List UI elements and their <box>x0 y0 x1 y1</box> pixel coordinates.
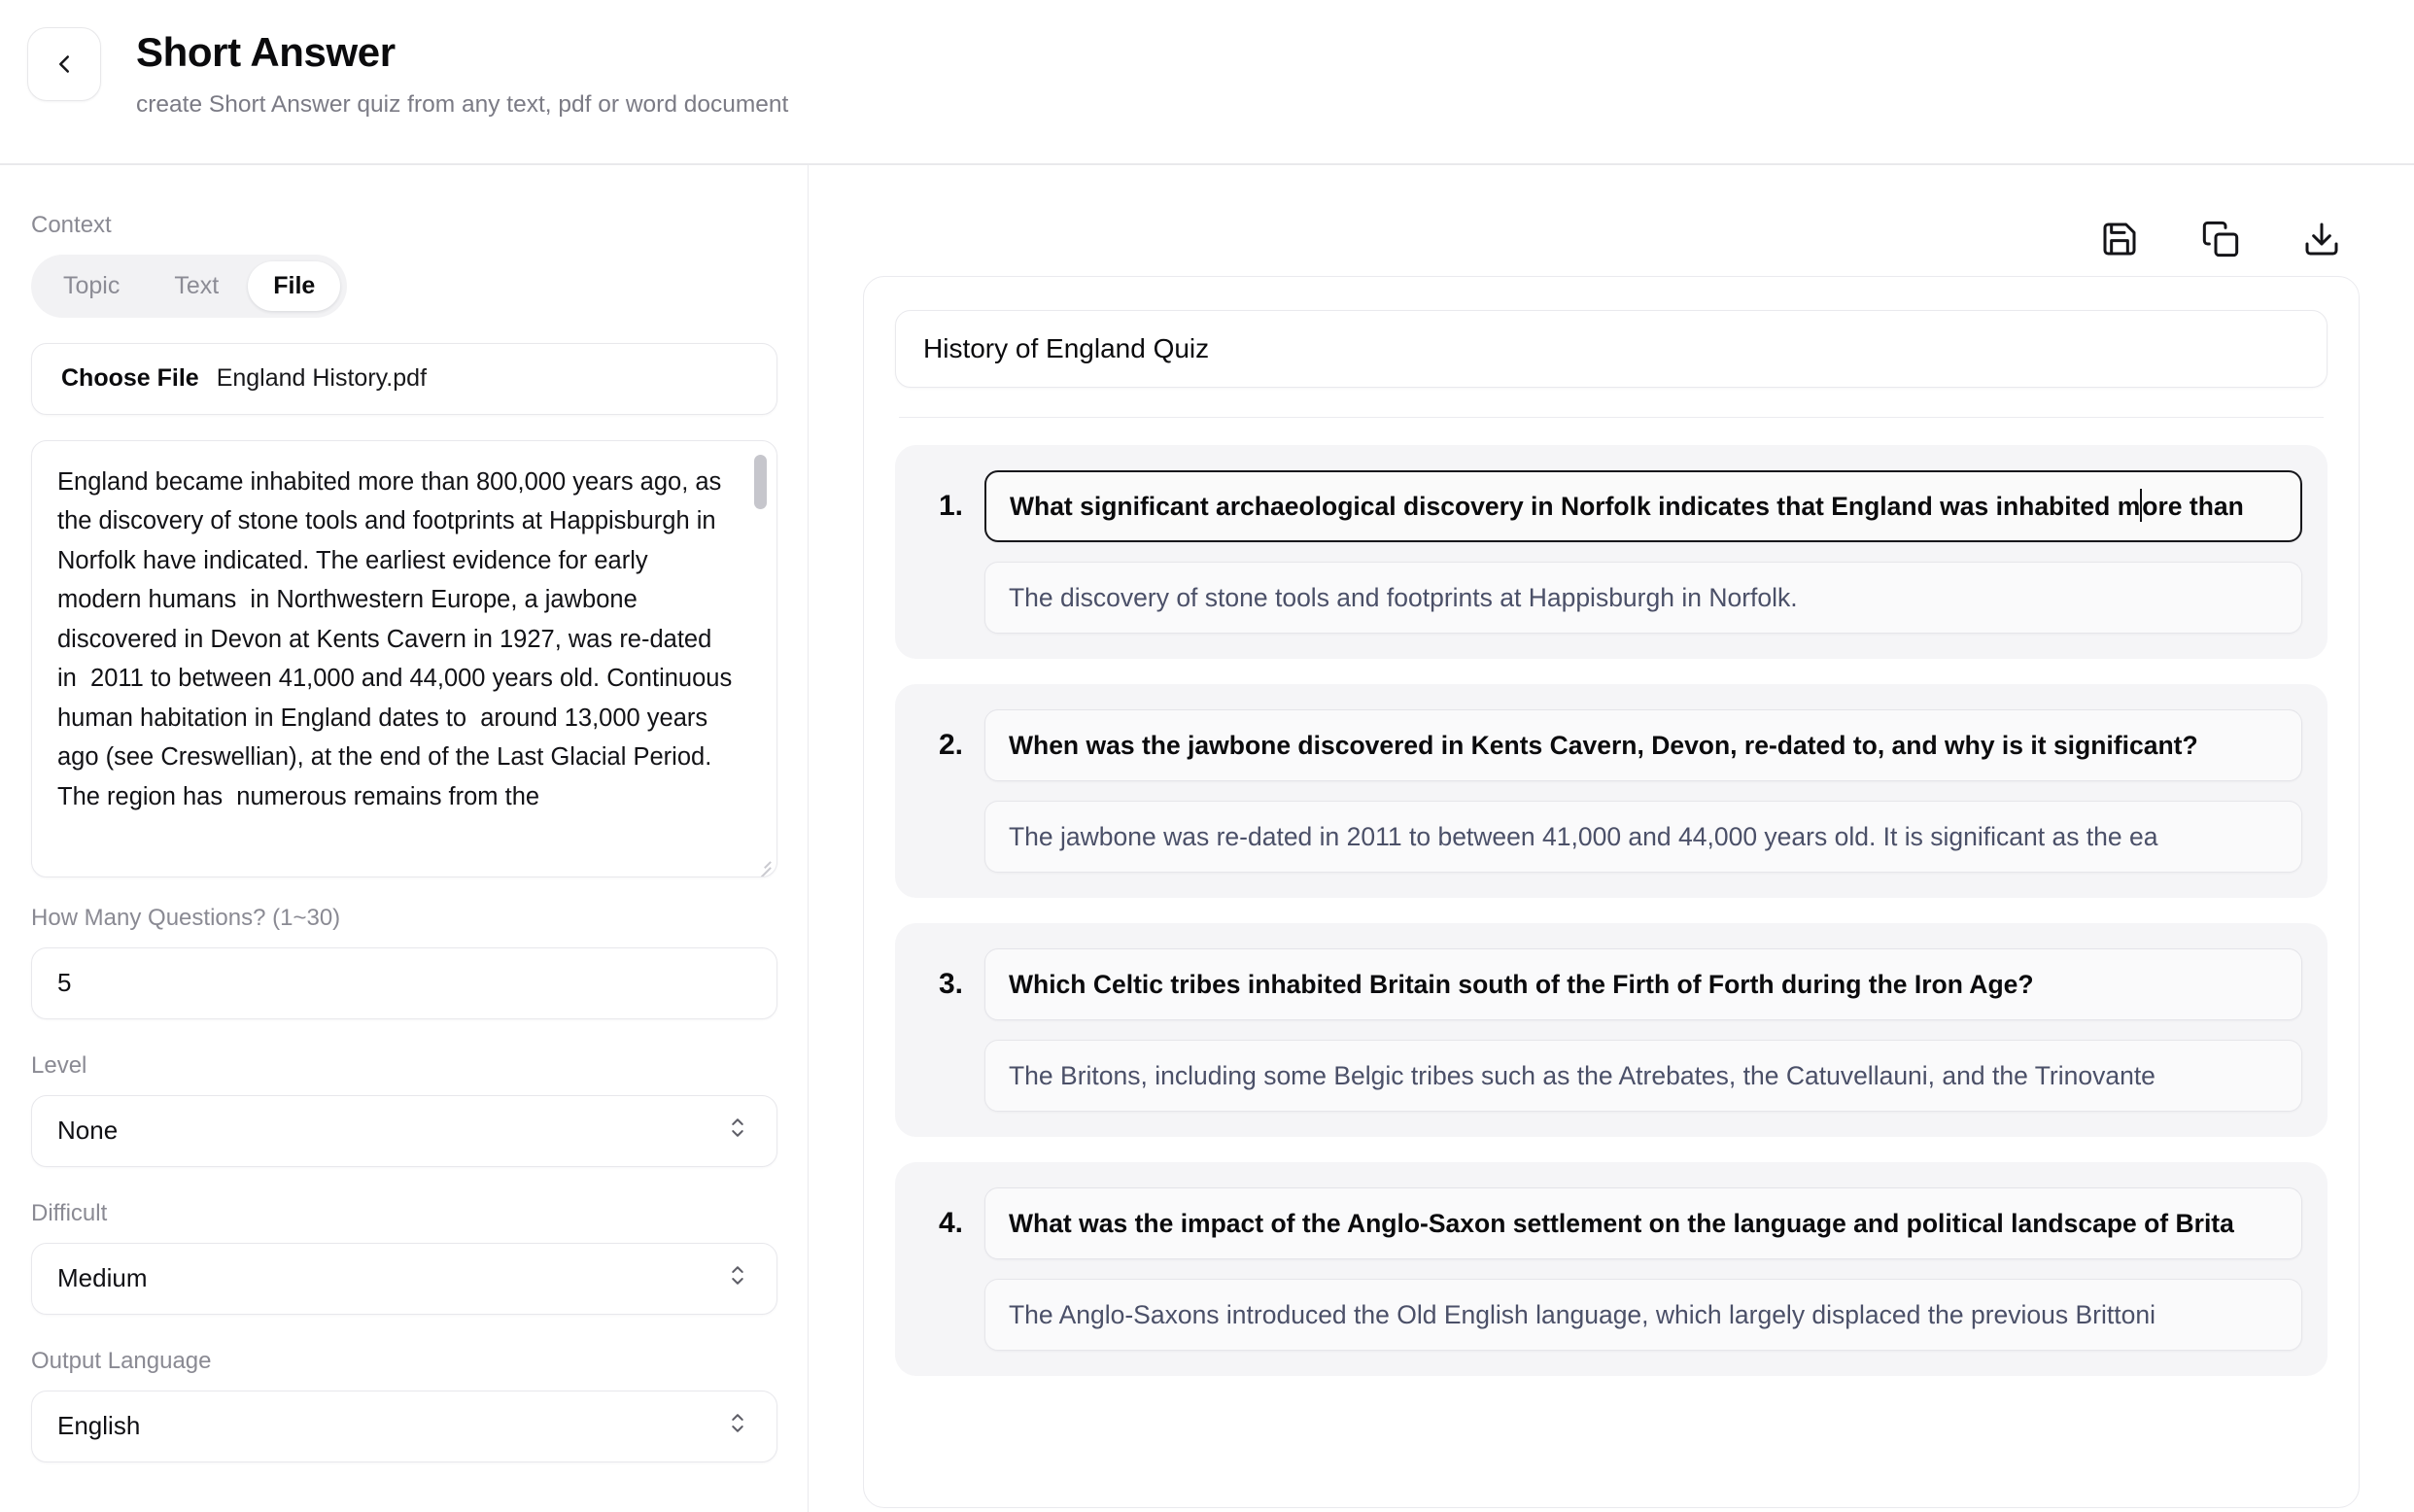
question-text-part2: ore than <box>2142 491 2244 521</box>
tab-file[interactable]: File <box>248 260 341 311</box>
level-value: None <box>57 1116 119 1145</box>
question-block: 4. What was the impact of the Anglo-Saxo… <box>895 1162 2328 1376</box>
answer-row: The discovery of stone tools and footpri… <box>920 562 2302 634</box>
answer-text: The jawbone was re-dated in 2011 to betw… <box>1009 821 2158 851</box>
header-text-group: Short Answer create Short Answer quiz fr… <box>136 21 788 120</box>
questions-count-value: 5 <box>57 968 72 997</box>
answer-input[interactable]: The discovery of stone tools and footpri… <box>984 562 2302 634</box>
question-number: 1. <box>938 490 963 522</box>
question-row: 3. Which Celtic tribes inhabited Britain… <box>920 948 2302 1020</box>
output-language-select[interactable]: English <box>31 1390 777 1462</box>
page-header: Short Answer create Short Answer quiz fr… <box>0 0 2414 163</box>
questions-count-input[interactable]: 5 <box>31 946 777 1019</box>
context-scrollbar-thumb[interactable] <box>754 454 767 509</box>
body: Context Topic Text File Choose File Engl… <box>0 164 2414 1512</box>
question-input[interactable]: What was the impact of the Anglo-Saxon s… <box>984 1187 2302 1259</box>
context-scrollbar[interactable] <box>754 454 767 851</box>
context-textarea-value: England became inhabited more than 800,0… <box>57 467 740 810</box>
save-icon[interactable] <box>2097 217 2142 261</box>
question-number: 2. <box>938 729 963 761</box>
answer-row: The jawbone was re-dated in 2011 to betw… <box>920 801 2302 873</box>
level-select[interactable]: None <box>31 1094 777 1167</box>
question-input[interactable]: Which Celtic tribes inhabited Britain so… <box>984 948 2302 1020</box>
quiz-title-input[interactable]: History of England Quiz <box>895 309 2328 388</box>
difficult-select[interactable]: Medium <box>31 1242 777 1315</box>
question-row: 4. What was the impact of the Anglo-Saxo… <box>920 1187 2302 1259</box>
answer-text: The Anglo-Saxons introduced the Old Engl… <box>1009 1299 2155 1329</box>
output-language-value: English <box>57 1411 141 1440</box>
answer-text: The discovery of stone tools and footpri… <box>1009 582 1798 612</box>
question-text-part1: What significant archaeological discover… <box>1010 491 2141 521</box>
app-root: Short Answer create Short Answer quiz fr… <box>0 0 2414 1512</box>
chevron-updown-icon <box>728 1262 747 1294</box>
context-textarea[interactable]: England became inhabited more than 800,0… <box>31 439 777 877</box>
question-text: What was the impact of the Anglo-Saxon s… <box>1009 1208 2234 1238</box>
quiz-panel: History of England Quiz 1. What signific… <box>809 165 2414 1512</box>
level-label: Level <box>31 1051 87 1079</box>
question-row: 1. What significant archaeological disco… <box>920 470 2302 542</box>
question-number: 4. <box>938 1207 963 1239</box>
choose-file-button[interactable]: Choose File <box>61 364 199 393</box>
chevron-updown-icon <box>728 1115 747 1147</box>
tab-topic[interactable]: Topic <box>38 261 145 311</box>
context-label: Context <box>31 211 112 238</box>
question-row: 2. When was the jawbone discovered in Ke… <box>920 709 2302 781</box>
quiz-toolbar <box>863 194 2360 276</box>
question-text: When was the jawbone discovered in Kents… <box>1009 730 2198 760</box>
back-button[interactable] <box>27 27 101 101</box>
question-input[interactable]: What significant archaeological discover… <box>984 470 2302 542</box>
answer-row: The Anglo-Saxons introduced the Old Engl… <box>920 1279 2302 1351</box>
quiz-title-value: History of England Quiz <box>923 332 1210 363</box>
question-input[interactable]: When was the jawbone discovered in Kents… <box>984 709 2302 781</box>
difficult-label: Difficult <box>31 1199 108 1226</box>
chevron-updown-icon <box>728 1410 747 1442</box>
answer-row: The Britons, including some Belgic tribe… <box>920 1040 2302 1112</box>
tab-text[interactable]: Text <box>149 261 244 311</box>
chevron-left-icon <box>50 50 79 79</box>
question-block: 1. What significant archaeological disco… <box>895 445 2328 659</box>
answer-input[interactable]: The Anglo-Saxons introduced the Old Engl… <box>984 1279 2302 1351</box>
page-title: Short Answer <box>136 29 396 75</box>
settings-panel: Context Topic Text File Choose File Engl… <box>0 164 809 1512</box>
download-icon[interactable] <box>2299 217 2344 261</box>
selected-file-name: England History.pdf <box>216 364 428 392</box>
answer-input[interactable]: The Britons, including some Belgic tribe… <box>984 1040 2302 1112</box>
answer-text: The Britons, including some Belgic tribe… <box>1009 1060 2155 1090</box>
copy-icon[interactable] <box>2198 217 2243 261</box>
question-number: 3. <box>938 968 963 1000</box>
difficult-value: Medium <box>57 1263 148 1292</box>
question-text: Which Celtic tribes inhabited Britain so… <box>1009 969 2034 999</box>
quiz-container: History of England Quiz 1. What signific… <box>863 275 2360 1508</box>
page-subtitle: create Short Answer quiz from any text, … <box>136 91 789 119</box>
output-language-label: Output Language <box>31 1347 212 1374</box>
context-mode-tabs: Topic Text File <box>31 254 348 318</box>
answer-input[interactable]: The jawbone was re-dated in 2011 to betw… <box>984 801 2302 873</box>
quiz-title-divider <box>899 416 2324 418</box>
question-block: 3. Which Celtic tribes inhabited Britain… <box>895 923 2328 1137</box>
file-picker[interactable]: Choose File England History.pdf <box>31 342 777 415</box>
textarea-resize-handle[interactable] <box>751 852 772 876</box>
question-block: 2. When was the jawbone discovered in Ke… <box>895 684 2328 898</box>
questions-count-label: How Many Questions? (1~30) <box>31 904 341 931</box>
